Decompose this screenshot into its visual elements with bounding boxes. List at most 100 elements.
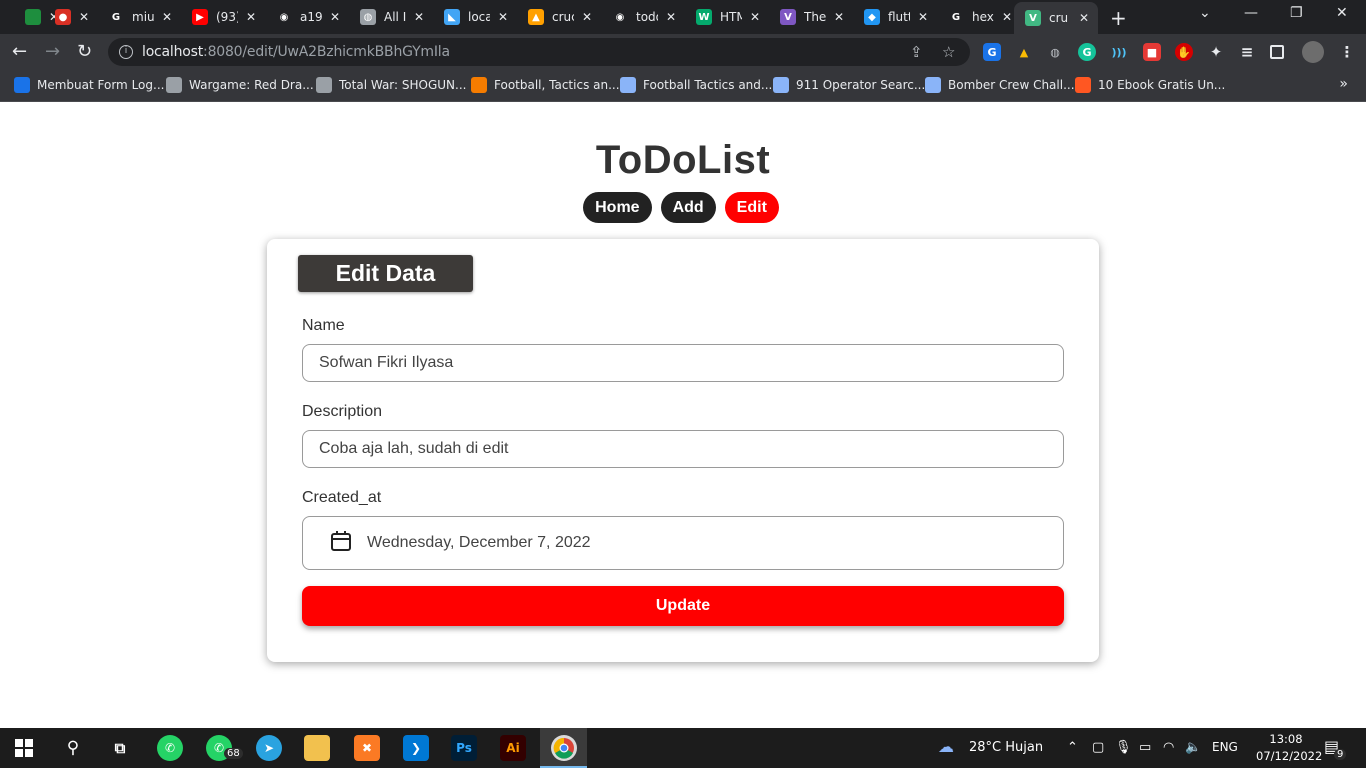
windows-start-icon[interactable]: [11, 735, 37, 761]
globe-extension-icon[interactable]: ◍: [1046, 43, 1064, 61]
photoshop-icon[interactable]: Ps: [451, 735, 477, 761]
reload-button[interactable]: ↻: [77, 41, 92, 63]
side-panel-icon[interactable]: [1270, 45, 1284, 59]
bookmark-item[interactable]: Membuat Form Log...: [14, 77, 164, 93]
browser-tab[interactable]: V The ✕: [769, 4, 844, 30]
forward-button[interactable]: →: [45, 41, 60, 63]
share-icon[interactable]: ⇪: [910, 43, 923, 61]
browser-toolbar: ← → ↻ i localhost:8080/edit/UwA2BzhicmkB…: [0, 34, 1366, 70]
weather-icon[interactable]: ☁: [938, 737, 954, 756]
grammarly-icon[interactable]: G: [1078, 43, 1096, 61]
back-button[interactable]: ←: [12, 41, 27, 63]
browser-tab[interactable]: Ghex ✕: [937, 4, 1012, 30]
weather-text[interactable]: 28°C Hujan: [969, 740, 1043, 755]
google-drive-icon[interactable]: ▲: [1015, 43, 1033, 61]
language-indicator[interactable]: ENG: [1212, 740, 1238, 754]
chrome-menu-icon[interactable]: ⋮: [1338, 43, 1356, 61]
tab-close-icon[interactable]: ✕: [918, 10, 928, 24]
vscode-icon[interactable]: ❯: [403, 735, 429, 761]
extensions-puzzle-icon[interactable]: ✦: [1207, 43, 1225, 61]
bookmark-item[interactable]: Bomber Crew Chall...: [925, 77, 1075, 93]
tab-close-icon[interactable]: ✕: [79, 10, 89, 24]
tab-close-icon[interactable]: ✕: [330, 10, 340, 24]
restore-button[interactable]: ❐: [1290, 5, 1303, 21]
browser-tab[interactable]: ◣ loca ✕: [433, 4, 508, 30]
google-translate-icon[interactable]: G: [983, 43, 1001, 61]
google-icon: G: [111, 11, 121, 23]
description-input[interactable]: [302, 430, 1064, 468]
browser-tab[interactable]: ● ✕: [44, 4, 89, 30]
vuetify-icon: V: [780, 9, 796, 25]
illustrator-icon[interactable]: Ai: [500, 735, 526, 761]
whatsapp-icon[interactable]: ✆: [157, 735, 183, 761]
audio-extension-icon[interactable]: ))): [1110, 43, 1128, 61]
profile-avatar[interactable]: [1302, 41, 1324, 63]
battery-icon[interactable]: ▭: [1139, 740, 1151, 755]
show-hidden-icons-button[interactable]: ⌃: [1067, 740, 1078, 755]
update-button[interactable]: Update: [302, 586, 1064, 626]
tab-close-icon[interactable]: ✕: [1079, 11, 1089, 25]
nav-add-button[interactable]: Add: [660, 192, 716, 223]
close-window-button[interactable]: ✕: [1336, 5, 1348, 21]
adblock-icon[interactable]: ✋: [1175, 43, 1193, 61]
tab-close-icon[interactable]: ✕: [414, 10, 424, 24]
web-icon: ◍: [360, 9, 376, 25]
bookmark-label: Wargame: Red Dra...: [189, 78, 314, 92]
bookmarks-bar: Membuat Form Log... Wargame: Red Dra... To…: [0, 70, 1366, 102]
tab-close-icon[interactable]: ✕: [498, 10, 508, 24]
meet-now-icon[interactable]: ▢: [1092, 740, 1104, 755]
tab-close-icon[interactable]: ✕: [582, 10, 592, 24]
tab-title: (93): [216, 10, 238, 24]
browser-tab[interactable]: ◍ All I ✕: [349, 4, 424, 30]
microphone-icon[interactable]: 🎙: [1115, 740, 1132, 755]
browser-tab[interactable]: ◉ todo ✕: [601, 4, 676, 30]
new-tab-button[interactable]: +: [1110, 6, 1127, 30]
wifi-icon[interactable]: ◠: [1163, 740, 1174, 755]
xampp-icon[interactable]: ✖: [354, 735, 380, 761]
browser-tab[interactable]: Vcru ✕: [1014, 2, 1098, 34]
bookmark-item[interactable]: Total War: SHOGUN...: [316, 77, 466, 93]
tab-close-icon[interactable]: ✕: [750, 10, 760, 24]
bookmark-star-icon[interactable]: ☆: [942, 43, 955, 61]
url-text[interactable]: localhost:8080/edit/UwA2BzhicmkBBhGYmIla: [142, 44, 450, 60]
file-explorer-icon[interactable]: [304, 735, 330, 761]
tab-close-icon[interactable]: ✕: [246, 10, 256, 24]
tab-search-icon[interactable]: ⌄: [1199, 5, 1211, 21]
system-clock[interactable]: 13:08 07/12/2022: [1256, 731, 1322, 765]
tab-close-icon[interactable]: ✕: [834, 10, 844, 24]
browser-tab[interactable]: ▶ (93) ✕: [181, 4, 256, 30]
tab-title: cruc: [552, 10, 574, 24]
bookmark-favicon-icon: [166, 77, 182, 93]
search-icon[interactable]: ⚲: [60, 735, 86, 761]
bookmarks-overflow-button[interactable]: »: [1339, 76, 1348, 92]
task-view-icon[interactable]: ⧉: [107, 735, 133, 761]
nav-home-button[interactable]: Home: [583, 192, 652, 223]
tab-close-icon[interactable]: ✕: [1002, 10, 1012, 24]
created-at-date-field[interactable]: Wednesday, December 7, 2022: [302, 516, 1064, 570]
nav-edit-button[interactable]: Edit: [724, 192, 779, 223]
telegram-icon[interactable]: ➤: [256, 735, 282, 761]
chrome-icon[interactable]: [551, 735, 577, 761]
browser-tab[interactable]: W HTM ✕: [685, 4, 760, 30]
shop-extension-icon[interactable]: ■: [1143, 43, 1161, 61]
browser-tab[interactable]: ▲ cruc ✕: [517, 4, 592, 30]
url-host: localhost: [142, 44, 204, 60]
tab-close-icon[interactable]: ✕: [666, 10, 676, 24]
volume-icon[interactable]: 🔈: [1185, 740, 1201, 755]
bookmark-item[interactable]: 911 Operator Searc...: [773, 77, 925, 93]
browser-tab[interactable]: ◆ flutt ✕: [853, 4, 928, 30]
browser-tab[interactable]: Gmiu ✕: [97, 4, 172, 30]
bookmark-item[interactable]: 10 Ebook Gratis Un...: [1075, 77, 1225, 93]
browser-tab[interactable]: ◉ a19 ✕: [265, 4, 340, 30]
bookmark-item[interactable]: Football, Tactics an...: [471, 77, 620, 93]
reading-list-icon[interactable]: ≡: [1238, 43, 1256, 61]
tab-close-icon[interactable]: ✕: [162, 10, 172, 24]
minimize-button[interactable]: —: [1244, 5, 1258, 21]
bookmark-item[interactable]: Wargame: Red Dra...: [166, 77, 314, 93]
calendar-icon[interactable]: [330, 530, 352, 557]
tab-title: cru: [1049, 11, 1069, 25]
address-bar[interactable]: i localhost:8080/edit/UwA2BzhicmkBBhGYmI…: [108, 38, 970, 66]
site-info-icon[interactable]: i: [119, 45, 133, 59]
bookmark-item[interactable]: Football Tactics and...: [620, 77, 772, 93]
name-input[interactable]: [302, 344, 1064, 382]
